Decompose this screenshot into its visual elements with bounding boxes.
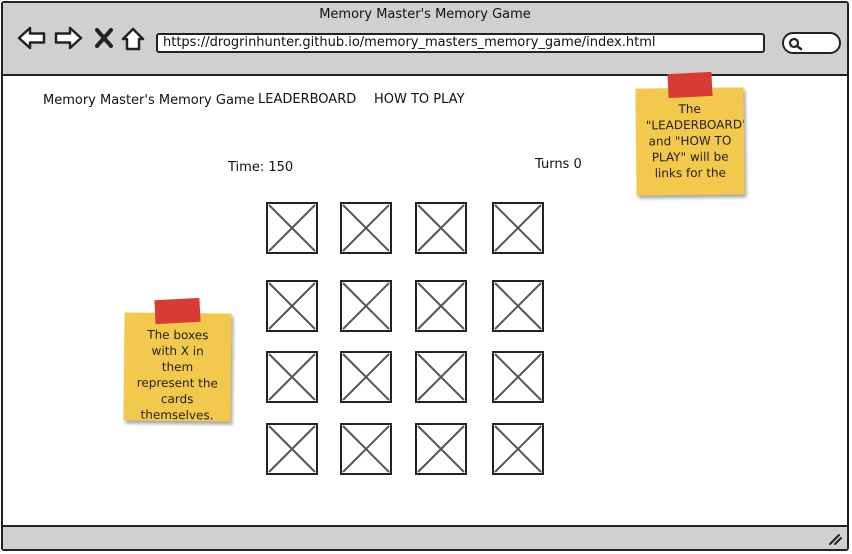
resize-grip-icon[interactable] [827,532,843,546]
image-placeholder-icon [494,282,542,330]
memory-card[interactable] [492,280,544,332]
memory-card[interactable] [492,351,544,403]
search-field[interactable] [782,32,841,54]
image-placeholder-icon [342,282,390,330]
image-placeholder-icon [342,204,390,252]
site-brand: Memory Master's Memory Game [43,93,255,108]
memory-card[interactable] [415,351,467,403]
status-bar [3,525,847,549]
close-icon[interactable] [94,27,114,53]
memory-card[interactable] [340,351,392,403]
image-placeholder-icon [494,353,542,401]
window-title: Memory Master's Memory Game [319,7,531,22]
tape-strip [154,297,201,325]
forward-arrow-icon[interactable] [53,25,83,55]
memory-card[interactable] [415,280,467,332]
how-to-play-link[interactable]: HOW TO PLAY [374,92,465,107]
back-arrow-icon[interactable] [17,25,47,55]
search-icon [788,37,803,51]
home-icon[interactable] [120,26,146,56]
turns-counter: Turns 0 [535,157,582,172]
image-placeholder-icon [417,282,465,330]
memory-card[interactable] [266,423,318,475]
image-placeholder-icon [342,425,390,473]
memory-card[interactable] [266,351,318,403]
memory-card[interactable] [340,423,392,475]
memory-card[interactable] [415,423,467,475]
image-placeholder-icon [342,353,390,401]
memory-card[interactable] [492,423,544,475]
leaderboard-link[interactable]: LEADERBOARD [258,92,356,107]
image-placeholder-icon [268,282,316,330]
memory-card[interactable] [340,280,392,332]
sticky-note-cards-text: The boxes with X in them represent the c… [136,327,218,422]
sticky-note-cards: The boxes with X in them represent the c… [123,312,232,422]
image-placeholder-icon [417,425,465,473]
browser-window: Memory Master's Memory Game https://drog… [1,1,849,551]
memory-card[interactable] [266,280,318,332]
address-bar[interactable]: https://drogrinhunter.github.io/memory_m… [156,33,765,53]
memory-card[interactable] [492,202,544,254]
image-placeholder-icon [494,425,542,473]
image-placeholder-icon [417,204,465,252]
memory-card[interactable] [415,202,467,254]
image-placeholder-icon [268,425,316,473]
image-placeholder-icon [494,204,542,252]
sticky-note-links-text: The "LEADERBOARD" and "HOW TO PLAY" will… [645,101,745,181]
tape-strip [667,71,713,99]
browser-toolbar: Memory Master's Memory Game https://drog… [3,3,847,76]
memory-card[interactable] [266,202,318,254]
image-placeholder-icon [417,353,465,401]
image-placeholder-icon [268,204,316,252]
timer-display: Time: 150 [228,160,294,175]
sticky-note-links: The "LEADERBOARD" and "HOW TO PLAY" will… [635,87,745,196]
image-placeholder-icon [268,353,316,401]
memory-card[interactable] [340,202,392,254]
